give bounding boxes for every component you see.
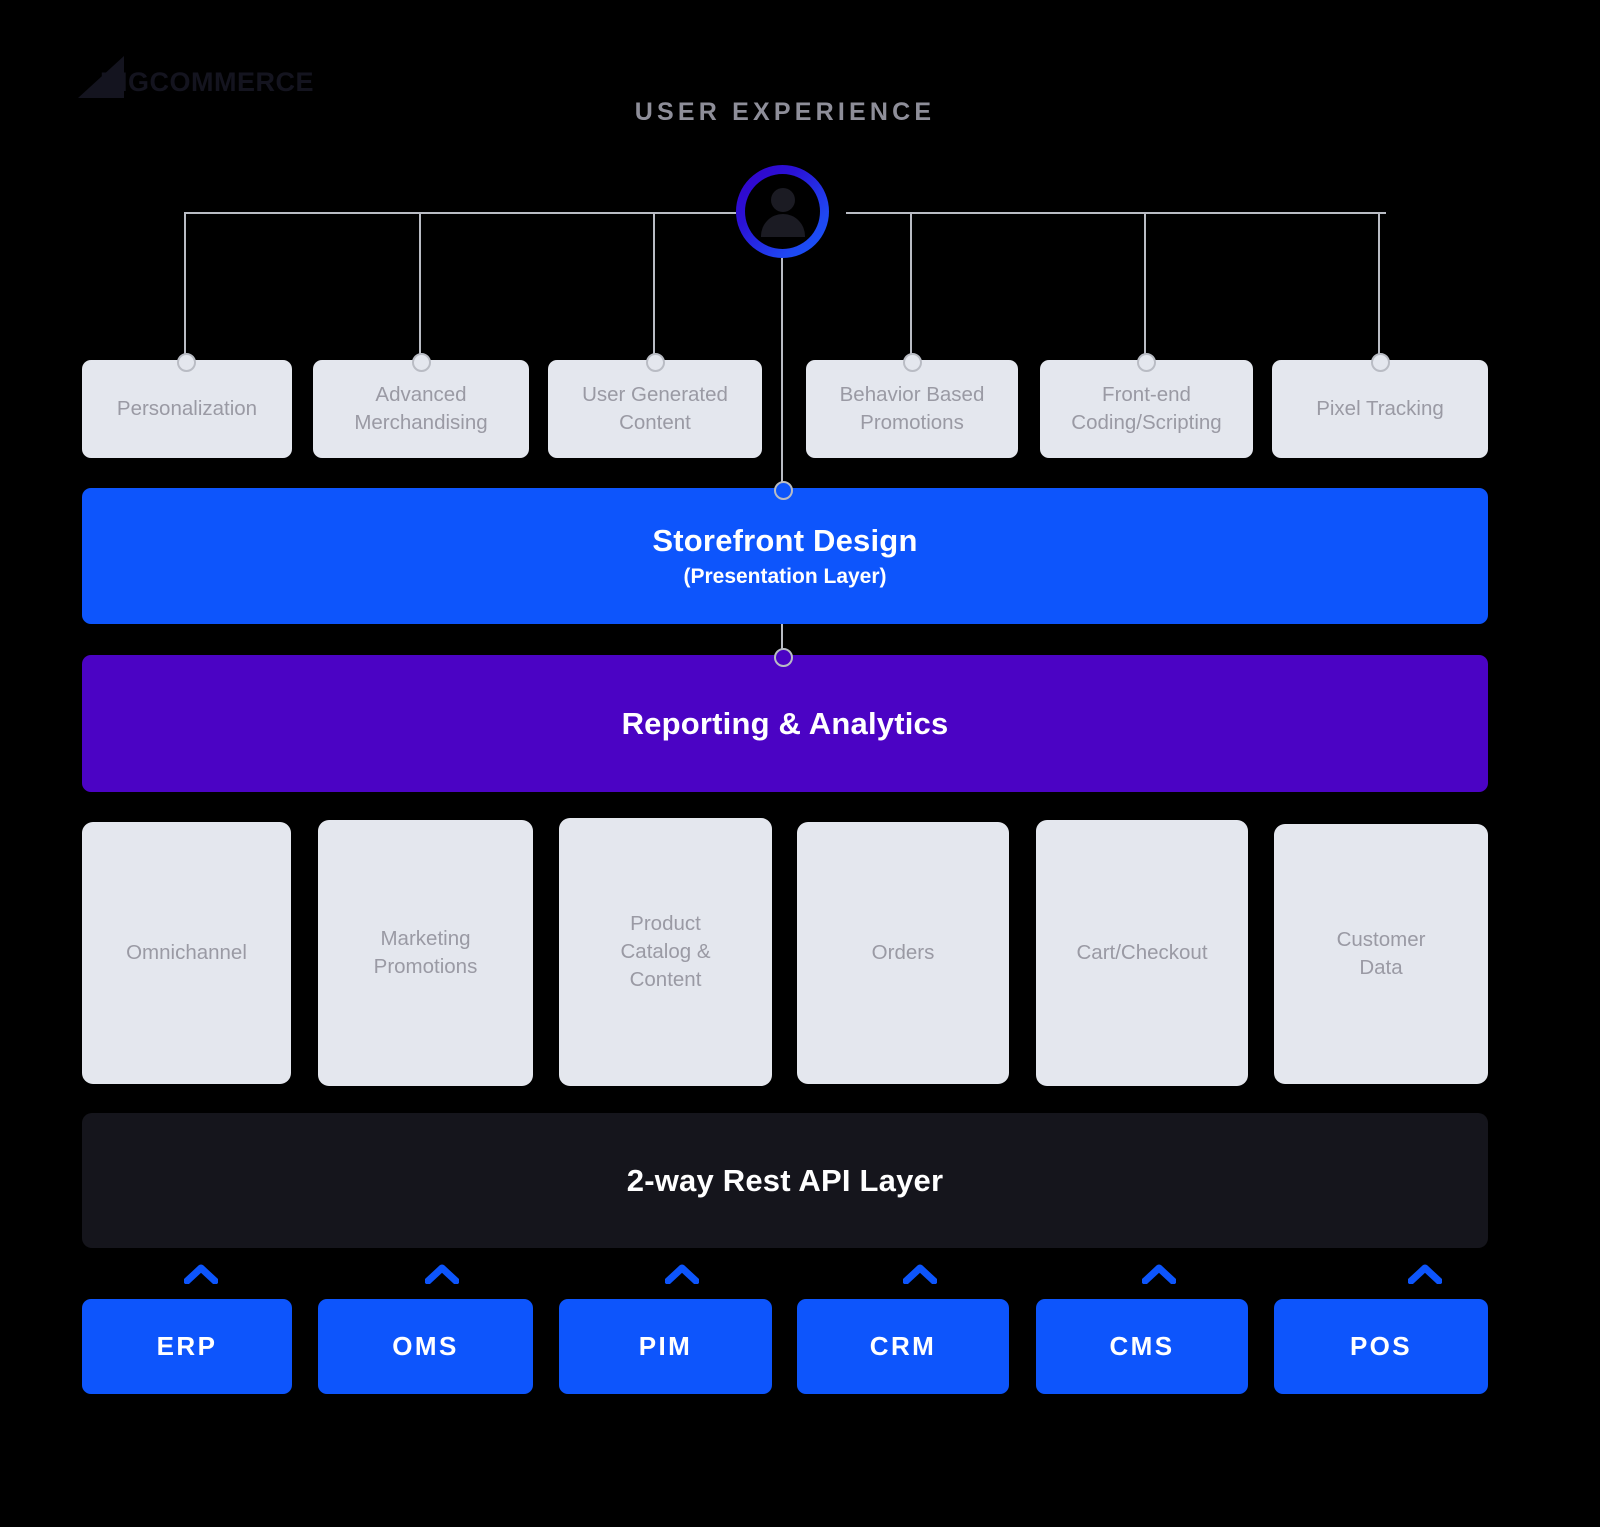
connector-drop-1 [184, 212, 186, 362]
integration-button-crm[interactable]: CRM [797, 1299, 1009, 1394]
connector-drop-3 [653, 212, 655, 362]
top-box-user-generated-content[interactable]: User Generated Content [548, 360, 762, 458]
integration-button-pos[interactable]: POS [1274, 1299, 1488, 1394]
connector-node-4 [903, 353, 922, 372]
top-box-personalization[interactable]: Personalization [82, 360, 292, 458]
user-person-icon [745, 174, 820, 249]
mid-card-orders[interactable]: Orders [797, 822, 1009, 1084]
connector-drop-2 [419, 212, 421, 362]
reporting-analytics-title: Reporting & Analytics [621, 705, 949, 741]
mid-card-customer-data[interactable]: Customer Data [1274, 824, 1488, 1084]
chevron-up-icon [425, 1264, 459, 1284]
chevron-up-icon [184, 1264, 218, 1284]
connector-node-reporting [774, 648, 793, 667]
page-title: USER EXPERIENCE [634, 98, 936, 126]
bigcommerce-logo: BIGCOMMERCE [78, 56, 338, 100]
connector-node-6 [1371, 353, 1390, 372]
top-box-advanced-merchandising[interactable]: Advanced Merchandising [313, 360, 529, 458]
connector-node-5 [1137, 353, 1156, 372]
bigcommerce-flag-icon [78, 56, 124, 100]
rest-api-layer[interactable]: 2-way Rest API Layer [82, 1113, 1488, 1248]
top-box-pixel-tracking[interactable]: Pixel Tracking [1272, 360, 1488, 458]
top-box-behavior-based-promotions[interactable]: Behavior Based Promotions [806, 360, 1018, 458]
chevron-up-icon [665, 1264, 699, 1284]
rest-api-layer-title: 2-way Rest API Layer [626, 1162, 944, 1198]
mid-card-omnichannel[interactable]: Omnichannel [82, 822, 291, 1084]
reporting-analytics-layer[interactable]: Reporting & Analytics [82, 655, 1488, 792]
connector-drop-4 [910, 212, 912, 362]
connector-center-spine [781, 258, 783, 490]
mid-card-product-catalog-content[interactable]: Product Catalog & Content [559, 818, 772, 1086]
mid-card-marketing-promotions[interactable]: Marketing Promotions [318, 820, 533, 1086]
chevron-up-icon [903, 1264, 937, 1284]
integration-button-cms[interactable]: CMS [1036, 1299, 1248, 1394]
chevron-up-icon [1408, 1264, 1442, 1284]
avatar [736, 165, 829, 258]
connector-node-3 [646, 353, 665, 372]
connector-node-2 [412, 353, 431, 372]
connector-drop-5 [1144, 212, 1146, 362]
connector-horizontal-right [846, 212, 1386, 214]
chevron-up-icon [1142, 1264, 1176, 1284]
integration-button-erp[interactable]: ERP [82, 1299, 292, 1394]
storefront-design-layer[interactable]: Storefront Design (Presentation Layer) [82, 488, 1488, 624]
mid-card-cart-checkout[interactable]: Cart/Checkout [1036, 820, 1248, 1086]
integration-button-oms[interactable]: OMS [318, 1299, 533, 1394]
top-box-front-end-coding-scripting[interactable]: Front-end Coding/Scripting [1040, 360, 1253, 458]
storefront-design-subtitle: (Presentation Layer) [683, 565, 887, 588]
connector-drop-6 [1378, 212, 1380, 362]
storefront-design-title: Storefront Design [652, 523, 918, 558]
bigcommerce-wordmark: BIGCOMMERCE [100, 67, 314, 97]
integration-button-pim[interactable]: PIM [559, 1299, 772, 1394]
connector-node-storefront [774, 481, 793, 500]
connector-node-1 [177, 353, 196, 372]
